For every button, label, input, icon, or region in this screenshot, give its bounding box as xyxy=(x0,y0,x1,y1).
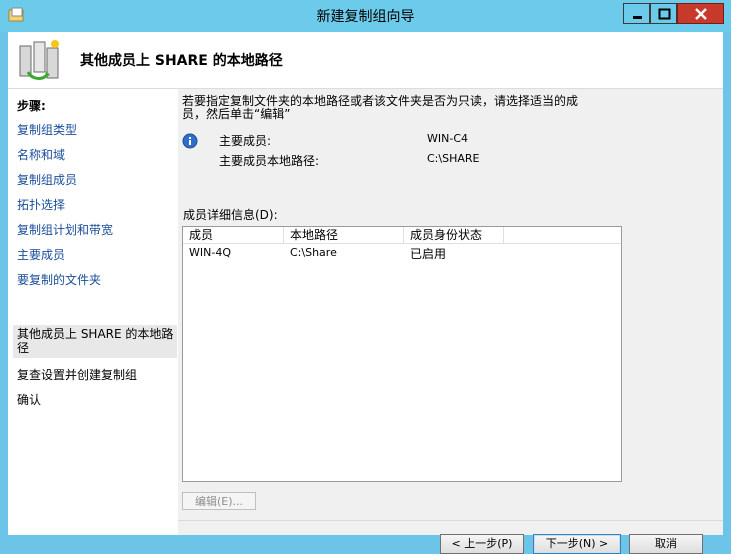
primary-member-label: 主要成员: xyxy=(219,134,272,148)
primary-member-value: WIN-C4 xyxy=(427,132,468,145)
primary-path-value: C:\SHARE xyxy=(427,152,480,165)
info-icon xyxy=(182,133,198,149)
replication-group-icon xyxy=(19,40,59,80)
column-membership-status[interactable]: 成员身份状态 xyxy=(404,227,504,243)
footer-divider xyxy=(178,520,723,521)
list-header: 成员 本地路径 成员身份状态 xyxy=(183,227,621,244)
cancel-button[interactable]: 取消 xyxy=(629,534,703,554)
step-topology[interactable]: 拓扑选择 xyxy=(17,198,173,212)
edit-button[interactable]: 编辑(E)... xyxy=(182,492,256,510)
column-member[interactable]: 成员 xyxy=(183,227,284,243)
minimize-button[interactable] xyxy=(623,3,650,24)
member-details-label: 成员详细信息(D): xyxy=(183,208,278,222)
wizard-frame: 其他成员上 SHARE 的本地路径 步骤: 复制组类型 名称和域 复制组成员 拓… xyxy=(8,32,723,554)
step-group-members[interactable]: 复制组成员 xyxy=(17,173,173,187)
wizard-content: 若要指定复制文件夹的本地路径或者该文件夹是否为只读，请选择适当的成员，然后单击“… xyxy=(178,89,723,554)
step-local-path-current: 其他成员上 SHARE 的本地路径 xyxy=(13,325,177,358)
step-review-settings: 复查设置并创建复制组 xyxy=(17,368,138,382)
steps-sidebar: 步骤: 复制组类型 名称和域 复制组成员 拓扑选择 复制组计划和带宽 主要成员 … xyxy=(8,89,177,535)
step-schedule-bandwidth[interactable]: 复制组计划和带宽 xyxy=(17,223,173,237)
page-title: 其他成员上 SHARE 的本地路径 xyxy=(80,53,283,69)
instruction-text: 若要指定复制文件夹的本地路径或者该文件夹是否为只读，请选择适当的成员，然后单击“… xyxy=(182,94,579,121)
title-bar: 新建复制组向导 xyxy=(0,0,731,32)
step-primary-member[interactable]: 主要成员 xyxy=(17,248,173,262)
minimize-icon xyxy=(633,16,642,19)
window-title: 新建复制组向导 xyxy=(316,9,415,25)
close-button[interactable] xyxy=(677,3,724,24)
next-button[interactable]: 下一步(N) > xyxy=(533,534,621,554)
member-details-list[interactable]: 成员 本地路径 成员身份状态 WIN-4Q C:\Share 已启用 xyxy=(182,226,622,482)
wizard-header: 其他成员上 SHARE 的本地路径 xyxy=(8,32,723,89)
cell-status: 已启用 xyxy=(410,247,447,261)
maximize-icon xyxy=(658,8,671,20)
primary-path-label: 主要成员本地路径: xyxy=(219,154,320,168)
close-icon xyxy=(695,8,707,20)
cell-member: WIN-4Q xyxy=(189,246,231,259)
cell-local-path: C:\Share xyxy=(290,246,337,259)
step-replication-group-type[interactable]: 复制组类型 xyxy=(17,123,173,137)
step-folders-to-replicate[interactable]: 要复制的文件夹 xyxy=(17,273,173,287)
steps-heading: 步骤: xyxy=(17,99,46,113)
step-name-and-domain[interactable]: 名称和域 xyxy=(17,148,173,162)
back-button[interactable]: < 上一步(P) xyxy=(440,534,524,554)
step-confirmation: 确认 xyxy=(17,393,42,407)
maximize-button[interactable] xyxy=(650,3,677,24)
column-local-path[interactable]: 本地路径 xyxy=(284,227,404,243)
